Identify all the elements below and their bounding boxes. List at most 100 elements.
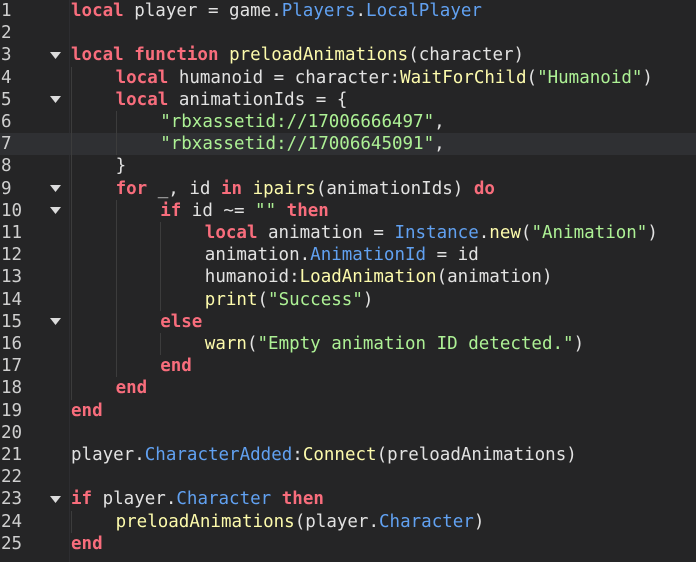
code-text[interactable]: local animationIds = { bbox=[70, 89, 696, 111]
code-tokens: for _, id in ipairs(animationIds) do bbox=[116, 178, 495, 200]
token-txt: (player. bbox=[295, 512, 379, 532]
code-text[interactable]: end bbox=[70, 400, 696, 422]
token-fn: LoadAnimation bbox=[300, 267, 437, 287]
token-txt: player. bbox=[92, 489, 176, 509]
code-line[interactable]: 14 print("Success") bbox=[0, 289, 696, 311]
token-str: "rbxassetid://17006666497" bbox=[160, 112, 434, 132]
code-editor[interactable]: 1local player = game.Players.LocalPlayer… bbox=[0, 0, 696, 562]
token-prop: AnimationId bbox=[310, 245, 426, 265]
code-text[interactable]: animation.AnimationId = id bbox=[70, 244, 696, 266]
token-prop: Character bbox=[379, 512, 474, 532]
code-line[interactable]: 1local player = game.Players.LocalPlayer bbox=[0, 0, 696, 22]
fold-arrow-down-icon[interactable] bbox=[48, 311, 62, 333]
code-line[interactable]: 18 end bbox=[0, 377, 696, 399]
indent-guide bbox=[116, 222, 117, 244]
code-line[interactable]: 7"rbxassetid://17006645091", bbox=[0, 133, 696, 155]
line-number: 17 bbox=[0, 355, 45, 377]
code-line[interactable]: 16 warn("Empty animation ID detected.") bbox=[0, 333, 696, 355]
code-text[interactable]: end bbox=[70, 355, 696, 377]
code-line[interactable]: 4local humanoid = character:WaitForChild… bbox=[0, 67, 696, 89]
fold-arrow-down-icon[interactable] bbox=[48, 200, 62, 222]
code-text[interactable]: preloadAnimations(player.Character) bbox=[70, 511, 696, 533]
line-number: 23 bbox=[0, 488, 45, 510]
token-fn: preloadAnimations bbox=[116, 512, 295, 532]
code-line[interactable]: 21player.CharacterAdded:Connect(preloadA… bbox=[0, 444, 696, 466]
indent-guide bbox=[71, 222, 72, 244]
token-txt: id ~= bbox=[181, 201, 255, 221]
code-line[interactable]: 20 bbox=[0, 422, 696, 444]
code-tokens: end bbox=[160, 355, 192, 377]
code-text[interactable]: end bbox=[70, 377, 696, 399]
code-line[interactable]: 11local animation = Instance.new("Animat… bbox=[0, 222, 696, 244]
token-prop: LocalPlayer bbox=[366, 1, 482, 21]
code-text[interactable]: local function preloadAnimations(charact… bbox=[70, 44, 696, 66]
indent-guide bbox=[116, 355, 117, 377]
fold-arrow-down-icon[interactable] bbox=[48, 44, 62, 66]
code-line[interactable]: 9for _, id in ipairs(animationIds) do bbox=[0, 178, 696, 200]
code-line[interactable]: 23 if player.Character then bbox=[0, 488, 696, 510]
indent-guide bbox=[160, 333, 161, 355]
code-tokens: end bbox=[71, 533, 103, 555]
token-prop: CharacterAdded bbox=[145, 445, 293, 465]
token-kw: local bbox=[116, 68, 169, 88]
code-text[interactable] bbox=[70, 466, 696, 488]
indent-guide bbox=[71, 511, 72, 533]
line-number: 14 bbox=[0, 289, 45, 311]
line-number: 19 bbox=[0, 400, 45, 422]
token-txt: ( bbox=[527, 68, 538, 88]
code-text[interactable] bbox=[70, 22, 696, 44]
code-text[interactable]: if id ~= "" then bbox=[70, 200, 696, 222]
code-tokens: print("Success") bbox=[205, 289, 374, 311]
line-number: 16 bbox=[0, 333, 45, 355]
code-text[interactable]: player.CharacterAdded:Connect(preloadAni… bbox=[70, 444, 696, 466]
line-number: 18 bbox=[0, 377, 45, 399]
indent-guide bbox=[71, 311, 72, 333]
code-line[interactable]: 15else bbox=[0, 311, 696, 333]
token-fn: preloadAnimations bbox=[229, 45, 408, 65]
code-line[interactable]: 6"rbxassetid://17006666497", bbox=[0, 111, 696, 133]
token-txt bbox=[271, 489, 282, 509]
code-text[interactable]: "rbxassetid://17006645091", bbox=[70, 133, 696, 155]
code-text[interactable]: humanoid:LoadAnimation(animation) bbox=[70, 266, 696, 288]
code-text[interactable]: } bbox=[70, 155, 696, 177]
code-line[interactable]: 25end bbox=[0, 533, 696, 555]
indent-guide bbox=[71, 244, 72, 266]
code-text[interactable]: if player.Character then bbox=[70, 488, 696, 510]
code-line[interactable]: 19 end bbox=[0, 400, 696, 422]
indent-guide bbox=[71, 178, 72, 200]
code-line[interactable]: 2 bbox=[0, 22, 696, 44]
code-text[interactable]: end bbox=[70, 533, 696, 555]
token-txt: player. bbox=[71, 445, 145, 465]
code-text[interactable]: print("Success") bbox=[70, 289, 696, 311]
token-txt bbox=[276, 201, 287, 221]
indent-guide bbox=[160, 289, 161, 311]
code-line[interactable]: 5local animationIds = { bbox=[0, 89, 696, 111]
code-line[interactable]: 17 end bbox=[0, 355, 696, 377]
code-text[interactable]: local animation = Instance.new("Animatio… bbox=[70, 222, 696, 244]
code-text[interactable] bbox=[70, 422, 696, 444]
code-line[interactable]: 8} bbox=[0, 155, 696, 177]
code-text[interactable]: warn("Empty animation ID detected.") bbox=[70, 333, 696, 355]
code-tokens: player.CharacterAdded:Connect(preloadAni… bbox=[71, 444, 577, 466]
token-str: "Empty animation ID detected." bbox=[258, 334, 574, 354]
code-text[interactable]: "rbxassetid://17006666497", bbox=[70, 111, 696, 133]
indent-guide bbox=[160, 266, 161, 288]
code-line[interactable]: 3local function preloadAnimations(charac… bbox=[0, 44, 696, 66]
token-str: "rbxassetid://17006645091" bbox=[160, 134, 434, 154]
code-text[interactable]: local player = game.Players.LocalPlayer bbox=[70, 0, 696, 22]
code-line[interactable]: 22 bbox=[0, 466, 696, 488]
code-line[interactable]: 10if id ~= "" then bbox=[0, 200, 696, 222]
token-kw: local bbox=[116, 90, 169, 110]
code-text[interactable]: for _, id in ipairs(animationIds) do bbox=[70, 178, 696, 200]
fold-arrow-down-icon[interactable] bbox=[48, 488, 62, 510]
fold-arrow-down-icon[interactable] bbox=[48, 178, 62, 200]
token-txt: (preloadAnimations) bbox=[377, 445, 577, 465]
code-text[interactable]: else bbox=[70, 311, 696, 333]
fold-arrow-down-icon[interactable] bbox=[48, 89, 62, 111]
code-text[interactable]: local humanoid = character:WaitForChild(… bbox=[70, 67, 696, 89]
token-kw: end bbox=[160, 356, 192, 376]
code-line[interactable]: 24preloadAnimations(player.Character) bbox=[0, 511, 696, 533]
code-line[interactable]: 12animation.AnimationId = id bbox=[0, 244, 696, 266]
indent-guide bbox=[116, 244, 117, 266]
code-line[interactable]: 13humanoid:LoadAnimation(animation) bbox=[0, 266, 696, 288]
